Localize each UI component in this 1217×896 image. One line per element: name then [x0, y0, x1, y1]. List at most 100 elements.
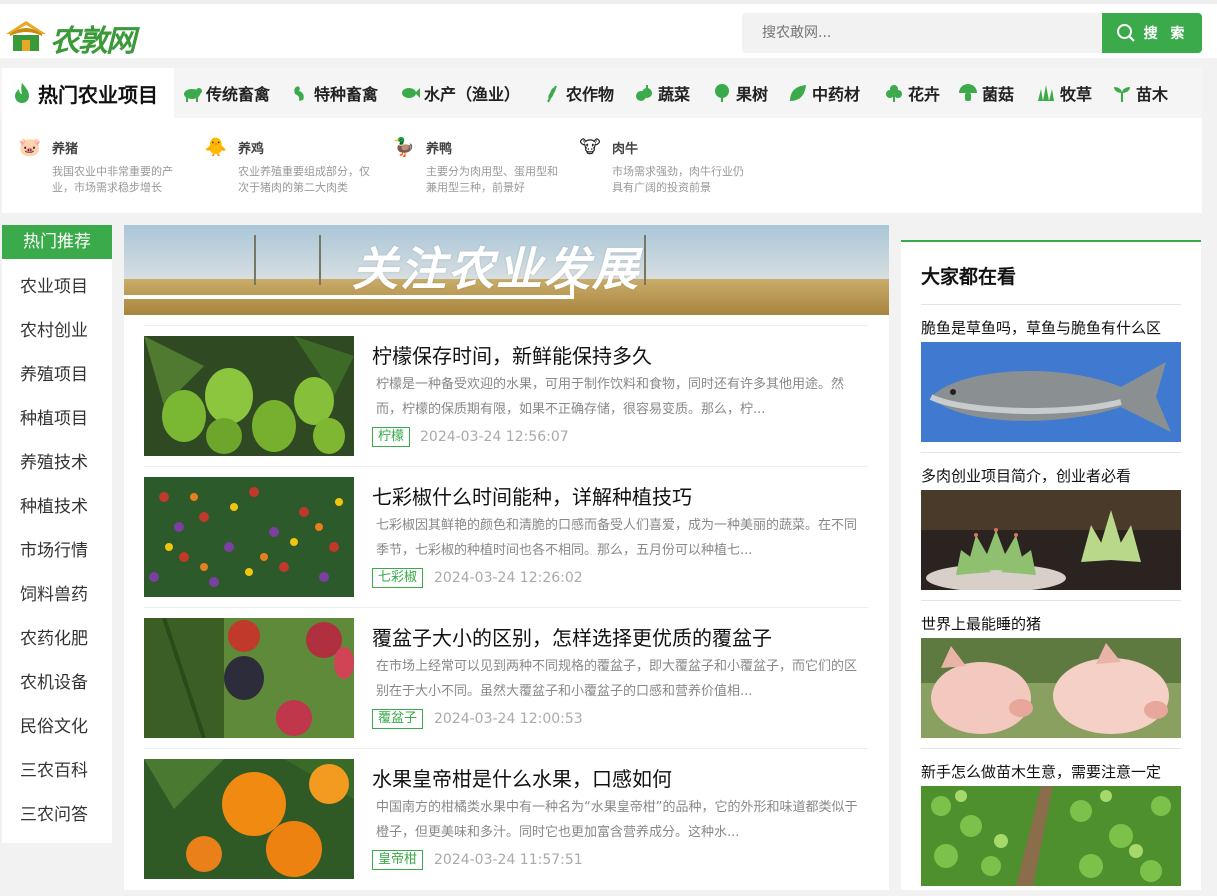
sidebar-item[interactable]: 多肉创业项目简介，创业者必看 [921, 452, 1181, 600]
nav-item[interactable]: 市场行情 [2, 529, 112, 573]
logo-text: 农敦网 [50, 24, 136, 59]
search-icon [1116, 24, 1135, 42]
article-item[interactable]: 七彩椒什么时间能种，详解种植技巧 七彩椒因其鲜艳的颜色和清脆的口感而备受人们喜爱… [144, 466, 868, 607]
article-item[interactable]: 柠檬保存时间，新鲜能保持多久 柠檬是一种备受欢迎的水果，可用于制作饮料和食物，同… [144, 325, 868, 466]
category-item-mushrooms[interactable]: 菌菇 [958, 68, 1014, 118]
sidebar-item[interactable]: 世界上最能睡的猪 [921, 600, 1181, 748]
category-item-label: 蔬菜 [658, 85, 691, 104]
article-excerpt: 中国南方的柑橘类水果中有一种名为“水果皇帝柑”的品种，它的外形和味道都类似于橙子… [376, 800, 858, 840]
banner-tree [644, 235, 646, 285]
article-tag[interactable]: 覆盆子 [372, 709, 424, 729]
category-item-label: 农作物 [566, 85, 615, 104]
search-input[interactable] [742, 13, 1102, 53]
nav-item[interactable]: 民俗文化 [2, 705, 112, 749]
article-image-lemon[interactable] [144, 336, 354, 456]
banner-title: 关注农业发展 [352, 242, 640, 296]
category-bar: 热门农业项目 传统畜禽 特种畜禽 水产（渔业） 农作物 蔬菜 果树 中药材 花卉… [0, 68, 1202, 118]
sprout-icon [1114, 87, 1130, 102]
article-item[interactable]: 覆盆子大小的区别，怎样选择更优质的覆盆子 在市场上经常可以见到两种不同规格的覆盆… [144, 607, 868, 748]
subcategory-name: 养鸭 [426, 142, 453, 157]
sidebar-image-pig[interactable] [921, 638, 1181, 738]
subcategory-desc: 主要分为肉用型、蛋用型和兼用型三种，前景好 [426, 165, 558, 194]
nav-item[interactable]: 农药化肥 [2, 617, 112, 661]
subcategory-desc: 农业养殖重要组成部分，仅次于猪肉的第二大肉类 [238, 165, 370, 194]
sidebar-image-fish[interactable] [921, 342, 1181, 442]
search-button[interactable]: 搜 索 [1102, 13, 1202, 53]
category-item-seedlings[interactable]: 苗木 [1112, 68, 1168, 118]
grass-icon [1038, 85, 1054, 101]
article-title[interactable]: 覆盆子大小的区别，怎样选择更优质的覆盆子 [372, 622, 772, 651]
bird-icon [294, 86, 304, 101]
nav-item[interactable]: 三农问答 [2, 793, 112, 837]
nav-item[interactable]: 养殖技术 [2, 441, 112, 485]
duck-icon: 🦆 [392, 137, 416, 158]
category-item-fruit-trees[interactable]: 果树 [712, 68, 768, 118]
article-excerpt: 七彩椒因其鲜艳的颜色和清脆的口感而备受人们喜爱，成为一种美丽的蔬菜。在不同季节，… [376, 518, 858, 558]
category-item-label: 传统畜禽 [206, 85, 271, 104]
fruit-tree-icon [715, 84, 729, 102]
sidebar-item[interactable]: 新手怎么做苗木生意，需要注意一定 [921, 748, 1181, 896]
category-hot-projects[interactable]: 热门农业项目 [2, 68, 174, 118]
banner[interactable]: 关注农业发展 [124, 225, 889, 315]
nav-item-hot-recommend[interactable]: 热门推荐 [2, 225, 112, 259]
vegetable-icon [636, 85, 652, 101]
nav-item[interactable]: 三农百科 [2, 749, 112, 793]
category-item-label: 果树 [736, 85, 769, 104]
nav-item[interactable]: 饲料兽药 [2, 573, 112, 617]
sidebar-item-title[interactable]: 多肉创业项目简介，创业者必看 [921, 465, 1131, 486]
subcategory-panel: 🐷 养猪 我国农业中非常重要的产业，市场需求稳步增长 🐥 养鸡 农业养殖重要组成… [2, 118, 1202, 213]
article-date: 2024-03-24 12:00:53 [434, 711, 583, 727]
main-content: 关注农业发展 柠檬保存时间，新鲜能保持多久 柠檬是一种备受欢迎的水果，可用于制作… [124, 225, 889, 890]
category-item-label: 苗木 [1136, 85, 1169, 104]
sidebar-item-title[interactable]: 世界上最能睡的猪 [921, 613, 1041, 634]
article-item[interactable]: 水果皇帝柑是什么水果，口感如何 中国南方的柑橘类水果中有一种名为“水果皇帝柑”的… [144, 748, 868, 889]
category-item-crops[interactable]: 农作物 [542, 68, 614, 118]
site-header: 农敦网 搜 索 [0, 0, 1217, 59]
sidebar-item-title[interactable]: 新手怎么做苗木生意，需要注意一定 [921, 761, 1161, 782]
logo-house-icon [6, 21, 46, 51]
nav-item[interactable]: 种植项目 [2, 397, 112, 441]
category-item-livestock[interactable]: 传统畜禽 [182, 68, 270, 118]
category-item-special-poultry[interactable]: 特种畜禽 [290, 68, 378, 118]
article-image-peppers[interactable] [144, 477, 354, 597]
nav-item[interactable]: 农村创业 [2, 309, 112, 353]
article-image-raspberry[interactable] [144, 618, 354, 738]
category-item-aquaculture[interactable]: 水产（渔业） [400, 68, 520, 118]
pig-icon: 🐷 [18, 137, 42, 158]
category-item-label: 花卉 [908, 85, 941, 104]
article-tag[interactable]: 柠檬 [372, 427, 411, 447]
banner-tree [254, 235, 256, 285]
category-item-vegetables[interactable]: 蔬菜 [634, 68, 690, 118]
sidebar-item-title[interactable]: 脆鱼是草鱼吗，草鱼与脆鱼有什么区 [921, 317, 1161, 338]
subcategory-name: 养鸡 [238, 142, 265, 157]
article-title[interactable]: 柠檬保存时间，新鲜能保持多久 [372, 340, 652, 369]
sidebar-image-seedlings[interactable] [921, 786, 1181, 886]
subcategory-name: 养猪 [52, 142, 79, 157]
cow-head-icon: 🐮 [579, 137, 601, 158]
sidebar-title: 大家都在看 [921, 266, 1017, 288]
category-hot-label: 热门农业项目 [38, 82, 158, 107]
nav-item[interactable]: 养殖项目 [2, 353, 112, 397]
category-item-forage[interactable]: 牧草 [1036, 68, 1092, 118]
nav-item[interactable]: 种植技术 [2, 485, 112, 529]
nav-item[interactable]: 农业项目 [2, 265, 112, 309]
article-title[interactable]: 七彩椒什么时间能种，详解种植技巧 [372, 481, 692, 510]
article-tag[interactable]: 七彩椒 [372, 568, 424, 588]
site-logo[interactable]: 农敦网 [4, 10, 136, 59]
subcategory-name: 肉牛 [612, 142, 639, 157]
nav-item[interactable]: 农机设备 [2, 661, 112, 705]
article-title[interactable]: 水果皇帝柑是什么水果，口感如何 [372, 763, 672, 792]
category-item-label: 菌菇 [982, 85, 1015, 104]
article-date: 2024-03-24 12:26:02 [434, 570, 583, 586]
flower-icon [886, 85, 902, 102]
sidebar-item[interactable]: 脆鱼是草鱼吗，草鱼与脆鱼有什么区 [921, 304, 1181, 452]
category-item-herbs[interactable]: 中药材 [788, 68, 860, 118]
cow-icon [184, 88, 202, 102]
sidebar-image-succulent[interactable] [921, 490, 1181, 590]
category-item-label: 特种畜禽 [314, 85, 379, 104]
article-tag[interactable]: 皇帝柑 [372, 850, 424, 870]
category-item-flowers[interactable]: 花卉 [884, 68, 940, 118]
herb-leaf-icon [790, 85, 806, 101]
article-image-tangerine[interactable] [144, 759, 354, 879]
category-item-label: 牧草 [1060, 85, 1093, 104]
